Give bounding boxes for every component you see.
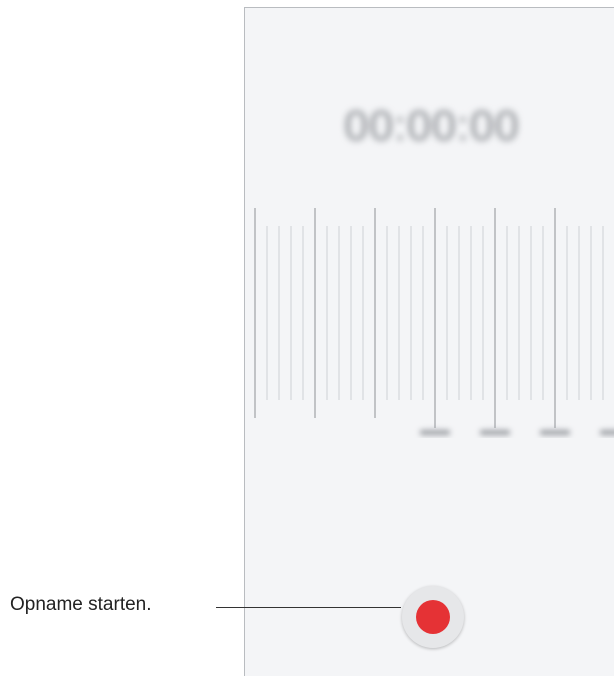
record-button[interactable] — [402, 586, 464, 648]
voice-recorder-screen: 00:00:00 — [244, 7, 614, 676]
recording-timer: 00:00:00 — [344, 102, 520, 150]
waveform-time-label — [420, 430, 450, 435]
record-icon — [416, 600, 450, 634]
callout-leader-line — [216, 607, 401, 608]
waveform-timeline — [254, 208, 614, 435]
waveform-time-label — [480, 430, 510, 435]
callout-label-start-recording: Opname starten. — [10, 594, 152, 615]
waveform-time-label — [540, 430, 570, 435]
waveform-time-label — [600, 430, 614, 435]
